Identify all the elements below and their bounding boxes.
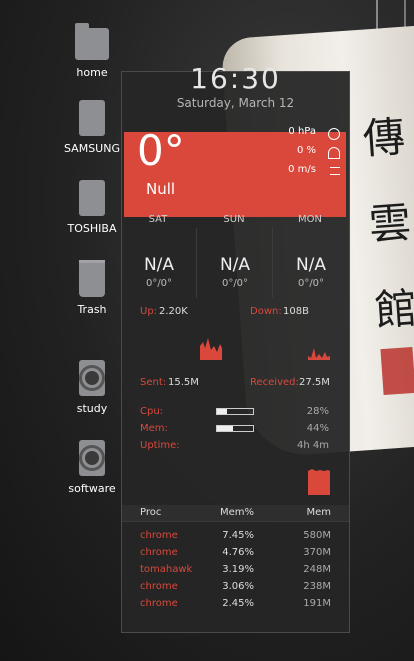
network-sent-label: Sent:: [140, 377, 167, 388]
process-mem-percent: 4.76%: [222, 547, 254, 558]
process-name: chrome: [140, 598, 178, 609]
humidity-icon: [328, 147, 340, 159]
network-received-value: 27.5M: [299, 377, 330, 388]
process-mem: 191M: [303, 598, 331, 609]
process-mem-percent: 3.19%: [222, 564, 254, 575]
process-mem: 248M: [303, 564, 331, 575]
forecast-day: MON: [298, 214, 322, 225]
process-row: chrome 2.45% 191M: [122, 598, 349, 615]
process-name: chrome: [140, 547, 178, 558]
desktop-icon-toshiba[interactable]: TOSHIBA: [62, 180, 122, 235]
weather-pressure: 0 hPa: [288, 126, 316, 137]
weather-temperature: 0°: [137, 126, 185, 175]
process-row: chrome 3.06% 238M: [122, 581, 349, 598]
pressure-gauge-icon: [328, 128, 340, 140]
mem-value: 44%: [306, 423, 329, 434]
mem-bar: [216, 425, 254, 432]
forecast-state: N/A: [219, 255, 251, 275]
cpu-label: Cpu:: [140, 406, 164, 417]
desktop-icon-label: Trash: [77, 303, 107, 316]
clock-time: 16:30: [190, 62, 281, 95]
process-name: chrome: [140, 581, 178, 592]
mem-label: Mem:: [140, 423, 168, 434]
network-sent-value: 15.5M: [168, 377, 199, 388]
process-row: tomahawk 3.19% 248M: [122, 564, 349, 581]
uptime-label: Uptime:: [140, 440, 180, 451]
process-mem: 370M: [303, 547, 331, 558]
forecast-day: SUN: [223, 214, 245, 225]
desktop-icon-label: SAMSUNG: [64, 142, 120, 155]
forecast-range: 0°/0°: [297, 278, 325, 289]
uptime-value: 4h 4m: [297, 440, 329, 451]
system-monitor-widget: 16:30 Saturday, March 12 0° Null 0 hPa 0…: [121, 62, 350, 633]
column-header-mem: Mem: [306, 507, 331, 518]
column-header-mem-percent: Mem%: [219, 507, 254, 518]
weather-wind: 0 m/s: [288, 164, 316, 175]
desktop-icon-software[interactable]: software: [62, 440, 122, 495]
process-mem-percent: 2.45%: [222, 598, 254, 609]
network-down-value: 108B: [283, 306, 309, 317]
process-name: tomahawk: [140, 564, 193, 575]
process-name: chrome: [140, 530, 178, 541]
process-mem-percent: 3.06%: [222, 581, 254, 592]
desktop-icon-label: software: [68, 482, 116, 495]
desktop-icon-home[interactable]: home: [62, 22, 122, 79]
memory-graph: [308, 469, 330, 495]
weather-condition: Null: [146, 180, 176, 198]
upload-graph: [200, 338, 222, 360]
cpu-bar: [216, 408, 254, 415]
desktop-icon-label: study: [76, 402, 108, 415]
process-mem: 238M: [303, 581, 331, 592]
folder-icon: [75, 23, 109, 60]
desktop-icon-label: TOSHIBA: [67, 222, 117, 235]
forecast-range: 0°/0°: [145, 278, 173, 289]
process-table-header: Proc Mem% Mem: [122, 505, 349, 522]
process-mem: 580M: [303, 530, 331, 541]
drive-icon: [79, 180, 105, 216]
forecast-range: 0°/0°: [221, 278, 249, 289]
desktop-icon-trash[interactable]: Trash: [62, 260, 122, 316]
clock-date: Saturday, March 12: [176, 96, 295, 110]
process-mem-percent: 7.45%: [222, 530, 254, 541]
network-down-label: Down:: [250, 306, 282, 317]
lantern-seal: [380, 346, 414, 396]
network-up-label: Up:: [140, 306, 158, 317]
desktop-icon-study[interactable]: study: [62, 360, 122, 415]
desktop-icon-label: home: [76, 66, 108, 79]
column-header-proc: Proc: [140, 507, 162, 518]
process-row: chrome 7.45% 580M: [122, 530, 349, 547]
weather-humidity: 0 %: [296, 145, 316, 156]
network-received-label: Received:: [250, 377, 299, 388]
network-up-value: 2.20K: [159, 306, 188, 317]
desktop-icon-samsung[interactable]: SAMSUNG: [62, 100, 122, 155]
forecast-state: N/A: [143, 255, 175, 275]
forecast-day: SAT: [148, 214, 168, 225]
disc-icon: [79, 360, 105, 396]
cpu-bar-fill: [217, 409, 228, 414]
disc-icon: [79, 440, 105, 476]
drive-icon: [79, 100, 105, 136]
forecast-state: N/A: [295, 255, 327, 275]
mem-bar-fill: [217, 426, 233, 431]
process-row: chrome 4.76% 370M: [122, 547, 349, 564]
wind-icon: [330, 167, 340, 175]
weather-panel: 0° Null 0 hPa 0 % 0 m/s: [124, 126, 346, 217]
cpu-value: 28%: [306, 406, 329, 417]
download-graph: [308, 348, 330, 360]
trash-icon: [79, 260, 105, 297]
